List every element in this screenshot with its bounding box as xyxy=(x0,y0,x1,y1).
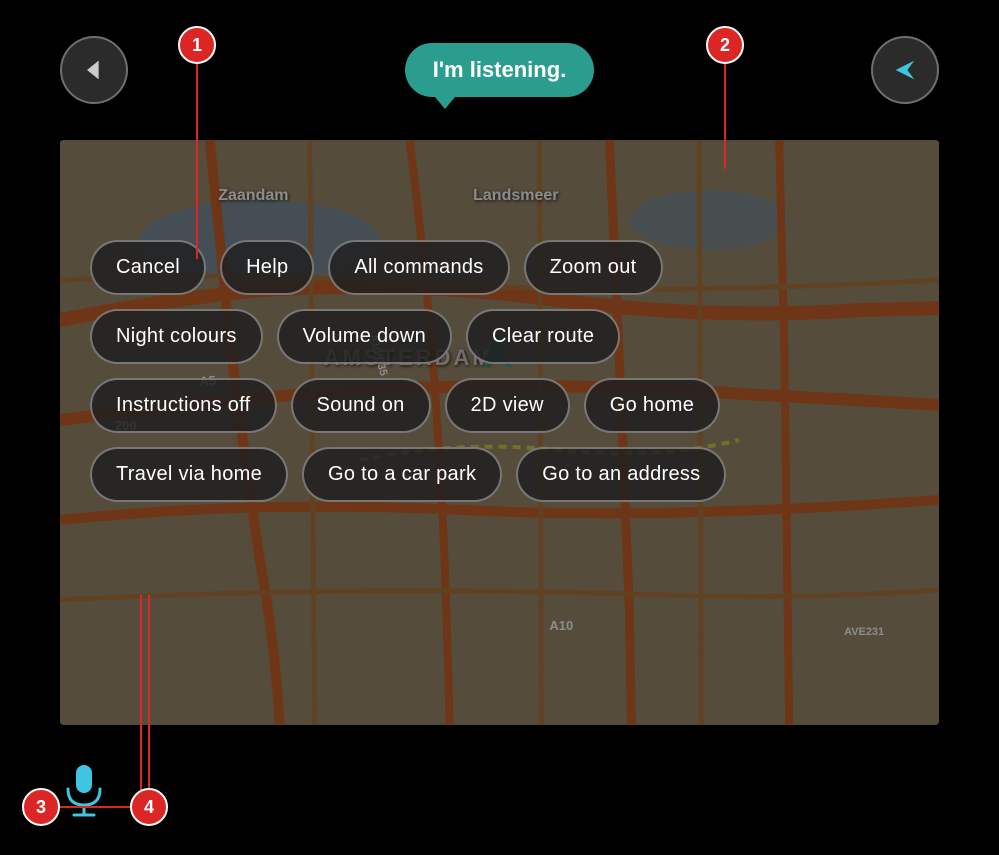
night-colours-button[interactable]: Night colours xyxy=(90,309,263,364)
clear-route-button[interactable]: Clear route xyxy=(466,309,620,364)
commands-row-2: Night colours Volume down Clear route xyxy=(90,309,909,364)
commands-row-4: Travel via home Go to a car park Go to a… xyxy=(90,447,909,502)
cancel-button[interactable]: Cancel xyxy=(90,240,206,295)
annotation-4: 4 xyxy=(130,788,168,826)
right-bar xyxy=(939,140,999,725)
help-button[interactable]: Help xyxy=(220,240,314,295)
left-bar xyxy=(0,140,60,725)
ann1-line xyxy=(196,64,198,259)
instructions-off-button[interactable]: Instructions off xyxy=(90,378,277,433)
go-to-car-park-button[interactable]: Go to a car park xyxy=(302,447,502,502)
top-bar: I'm listening. xyxy=(0,0,999,140)
2d-view-button[interactable]: 2D view xyxy=(445,378,570,433)
ann4-line-v xyxy=(148,595,150,788)
mic-area xyxy=(60,761,108,819)
commands-row-3: Instructions off Sound on 2D view Go hom… xyxy=(90,378,909,433)
ann2-line xyxy=(724,64,726,169)
commands-row-1: Cancel Help All commands Zoom out xyxy=(90,240,909,295)
listening-text: I'm listening. xyxy=(433,57,567,82)
back-button[interactable] xyxy=(60,36,128,104)
annotation-2: 2 xyxy=(706,26,744,64)
annotation-1: 1 xyxy=(178,26,216,64)
annotation-3: 3 xyxy=(22,788,60,826)
volume-down-button[interactable]: Volume down xyxy=(277,309,452,364)
listening-bubble: I'm listening. xyxy=(405,43,595,97)
go-home-button[interactable]: Go home xyxy=(584,378,720,433)
sound-on-button[interactable]: Sound on xyxy=(291,378,431,433)
ann3-line-v xyxy=(140,595,142,806)
travel-via-home-button[interactable]: Travel via home xyxy=(90,447,288,502)
all-commands-button[interactable]: All commands xyxy=(328,240,509,295)
go-to-address-button[interactable]: Go to an address xyxy=(516,447,726,502)
commands-overlay: Cancel Help All commands Zoom out Night … xyxy=(90,240,909,502)
location-button[interactable] xyxy=(871,36,939,104)
zoom-out-button[interactable]: Zoom out xyxy=(524,240,663,295)
mic-icon xyxy=(60,761,108,819)
ann3-line-h xyxy=(60,806,140,808)
